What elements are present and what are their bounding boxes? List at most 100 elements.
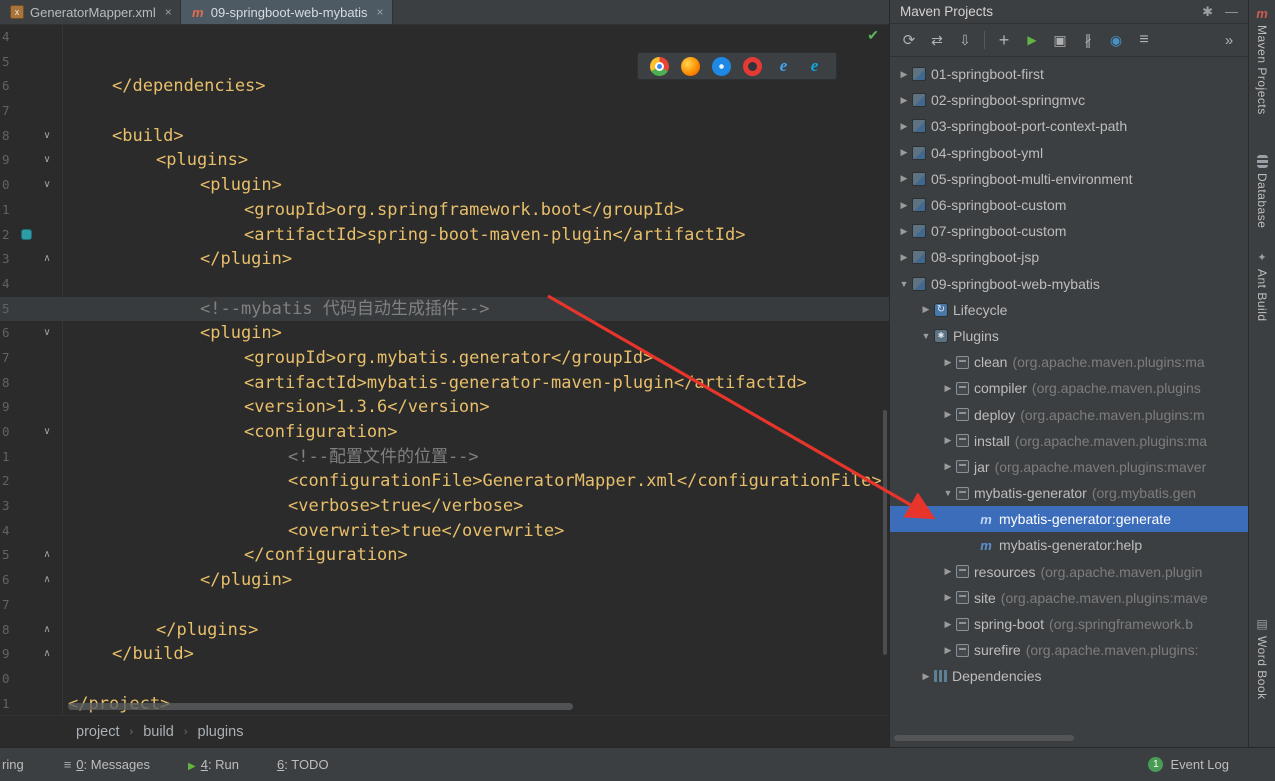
breadcrumb-item[interactable]: build	[143, 724, 174, 740]
tree-row[interactable]: ▶ 02-springboot-springmvc	[890, 87, 1248, 113]
tree-row[interactable]: ▶ 04-springboot-yml	[890, 140, 1248, 166]
tree-arrow-icon[interactable]: ▶	[896, 226, 912, 237]
editor-line[interactable]: 4	[0, 25, 889, 50]
tree-arrow-icon[interactable]: ▶	[940, 409, 956, 420]
editor-line[interactable]: 9 ∧ </build>	[0, 642, 889, 667]
edge-icon[interactable]	[805, 57, 824, 76]
safari-icon[interactable]	[712, 56, 731, 76]
breadcrumb-item[interactable]: project	[76, 724, 120, 740]
editor-line[interactable]: 3 <verbose>true</verbose>	[0, 494, 889, 519]
fold-marker-icon[interactable]: ∨	[38, 124, 56, 149]
tree-arrow-icon[interactable]: ▶	[940, 566, 956, 577]
execute-goal-icon[interactable]	[1047, 28, 1073, 52]
tree-row[interactable]: ▼ 09-springboot-web-mybatis	[890, 271, 1248, 297]
tree-arrow-icon[interactable]: ▶	[918, 671, 934, 682]
fold-marker-icon[interactable]: ∧	[38, 568, 56, 593]
tool-stripe-button[interactable]: Database	[1255, 154, 1269, 228]
more-icon[interactable]	[1216, 28, 1242, 52]
generate-sources-icon[interactable]	[924, 28, 950, 52]
tree-arrow-icon[interactable]: ▶	[896, 121, 912, 132]
tree-arrow-icon[interactable]: ▶	[940, 435, 956, 446]
code-editor[interactable]: 4 5 6 </dependencies> 7 8 ∨ <build> 9 ∨ <plugins> 0…	[0, 25, 889, 715]
run-build-icon[interactable]	[1019, 28, 1045, 52]
editor-vertical-scrollbar[interactable]	[883, 410, 887, 655]
refresh-icon[interactable]	[896, 28, 922, 52]
add-maven-project-icon[interactable]	[991, 28, 1017, 52]
editor-tab[interactable]: 09-springboot-web-mybatis ×	[180, 0, 393, 24]
editor-line[interactable]: 5 <!--mybatis 代码自动生成插件-->	[0, 296, 889, 322]
firefox-icon[interactable]	[681, 56, 700, 76]
editor-line[interactable]: 2 <configurationFile>GeneratorMapper.xml<…	[0, 469, 889, 494]
fold-marker-icon[interactable]: ∧	[38, 247, 56, 272]
editor-line[interactable]: 0 ∨ <configuration>	[0, 420, 889, 445]
statusbar-todo-button[interactable]: 6: TODO	[277, 757, 329, 772]
tree-arrow-icon[interactable]: ▶	[940, 383, 956, 394]
tree-arrow-icon[interactable]: ▶	[896, 252, 912, 263]
editor-line[interactable]: 0 ∨ <plugin>	[0, 173, 889, 198]
editor-line[interactable]: 6 ∧ </plugin>	[0, 568, 889, 593]
maven-horizontal-scrollbar[interactable]	[894, 735, 1074, 741]
tool-stripe-button[interactable]: Word Book	[1255, 617, 1269, 700]
tree-row[interactable]: ▶ Lifecycle	[890, 297, 1248, 323]
editor-line[interactable]: 8 ∨ <build>	[0, 124, 889, 149]
tree-arrow-icon[interactable]: ▶	[940, 592, 956, 603]
editor-line[interactable]: 9 ∨ <plugins>	[0, 148, 889, 173]
tree-row[interactable]: ▶ 06-springboot-custom	[890, 192, 1248, 218]
tree-row[interactable]: ▶ Dependencies	[890, 663, 1248, 689]
tree-row[interactable]: ▶ compiler (org.apache.maven.plugins	[890, 375, 1248, 401]
statusbar-event-log-button[interactable]: 1 Event Log	[1148, 757, 1229, 772]
tab-close-icon[interactable]: ×	[377, 5, 384, 19]
tree-arrow-icon[interactable]: ▼	[918, 331, 934, 341]
bookmark-icon[interactable]	[20, 229, 32, 241]
statusbar-run-button[interactable]: 4: Run	[188, 757, 239, 772]
fold-marker-icon[interactable]: ∨	[38, 321, 56, 346]
skip-tests-icon[interactable]	[1075, 28, 1101, 52]
tree-row[interactable]: ▶ 03-springboot-port-context-path	[890, 113, 1248, 139]
tree-arrow-icon[interactable]: ▼	[940, 488, 956, 498]
statusbar-messages-button[interactable]: 0: Messages	[64, 757, 150, 772]
tree-arrow-icon[interactable]: ▼	[896, 279, 912, 289]
tree-row[interactable]: ▶ clean (org.apache.maven.plugins:ma	[890, 349, 1248, 375]
editor-line[interactable]: 2 <artifactId>spring-boot-maven-plugin</a…	[0, 223, 889, 248]
tree-arrow-icon[interactable]: ▶	[940, 461, 956, 472]
breadcrumb-item[interactable]: plugins	[198, 724, 244, 740]
editor-tab[interactable]: GeneratorMapper.xml ×	[0, 0, 181, 24]
tree-row[interactable]: mybatis-generator:help	[890, 532, 1248, 558]
editor-line[interactable]: 0	[0, 667, 889, 692]
editor-line[interactable]: 3 ∧ </plugin>	[0, 247, 889, 272]
tool-stripe-button[interactable]: Maven Projects	[1255, 6, 1269, 115]
tree-row[interactable]: mybatis-generator:generate	[890, 506, 1248, 533]
tree-arrow-icon[interactable]: ▶	[940, 645, 956, 656]
editor-line[interactable]: 5 ∧ </configuration>	[0, 543, 889, 568]
tree-arrow-icon[interactable]: ▶	[896, 95, 912, 106]
editor-horizontal-scrollbar[interactable]	[68, 703, 573, 710]
editor-line[interactable]: 4	[0, 272, 889, 297]
editor-line[interactable]: 6 ∨ <plugin>	[0, 321, 889, 346]
tree-row[interactable]: ▶ 07-springboot-custom	[890, 218, 1248, 244]
tree-row[interactable]: ▶ 01-springboot-first	[890, 61, 1248, 87]
editor-line[interactable]: 1 <!--配置文件的位置-->	[0, 445, 889, 470]
tree-arrow-icon[interactable]: ▶	[940, 619, 956, 630]
toggle-offline-icon[interactable]	[1103, 28, 1129, 52]
tree-row[interactable]: ▶ deploy (org.apache.maven.plugins:m	[890, 401, 1248, 427]
tree-row[interactable]: ▼ mybatis-generator (org.mybatis.gen	[890, 480, 1248, 506]
tree-arrow-icon[interactable]: ▶	[896, 69, 912, 80]
chrome-icon[interactable]	[650, 56, 669, 76]
editor-line[interactable]: 9 <version>1.3.6</version>	[0, 395, 889, 420]
tree-arrow-icon[interactable]: ▶	[918, 304, 934, 315]
fold-marker-icon[interactable]: ∨	[38, 173, 56, 198]
fold-marker-icon[interactable]: ∧	[38, 543, 56, 568]
tree-arrow-icon[interactable]: ▶	[896, 173, 912, 184]
tab-close-icon[interactable]: ×	[165, 5, 172, 19]
ie-icon[interactable]	[774, 57, 793, 76]
tree-arrow-icon[interactable]: ▶	[896, 147, 912, 158]
editor-line[interactable]: 1 <groupId>org.springframework.boot</grou…	[0, 198, 889, 223]
fold-marker-icon[interactable]: ∧	[38, 642, 56, 667]
editor-line[interactable]: 7	[0, 593, 889, 618]
gear-icon[interactable]	[1202, 4, 1213, 20]
tree-arrow-icon[interactable]: ▶	[896, 200, 912, 211]
tree-row[interactable]: ▶ 08-springboot-jsp	[890, 244, 1248, 270]
editor-line[interactable]: 8 ∧ </plugins>	[0, 618, 889, 643]
inspection-status-icon[interactable]: ✔	[867, 27, 879, 44]
tree-row[interactable]: ▶ site (org.apache.maven.plugins:mave	[890, 585, 1248, 611]
